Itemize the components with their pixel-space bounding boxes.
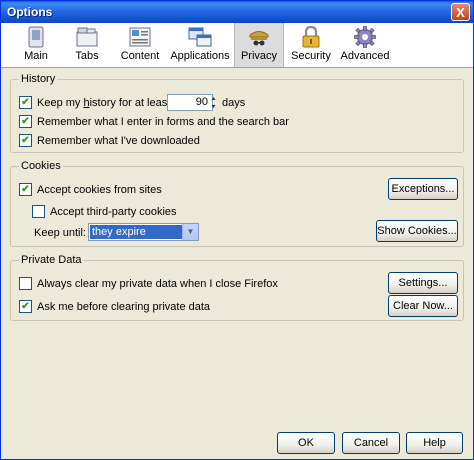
third-party-cookies-label: Accept third-party cookies [50, 206, 177, 218]
tab-main[interactable]: Main [11, 23, 61, 67]
remember-forms-label: Remember what I enter in forms and the s… [37, 116, 289, 128]
ok-button[interactable]: OK [277, 432, 335, 454]
keep-until-label: Keep until: [34, 227, 86, 239]
checkbox-box[interactable] [19, 277, 32, 290]
ask-before-clearing-label: Ask me before clearing private data [37, 301, 211, 313]
title-bar[interactable]: Options X [1, 1, 473, 23]
tab-label: Tabs [75, 50, 99, 62]
tab-applications[interactable]: Applications [168, 23, 232, 67]
help-button[interactable]: Help [406, 432, 463, 454]
tab-label: Advanced [340, 50, 390, 62]
remember-downloads-checkbox[interactable]: ✔ Remember what I've downloaded [19, 134, 269, 150]
always-clear-checkbox[interactable]: Always clear my private data when I clos… [19, 277, 319, 293]
tab-privacy[interactable]: Privacy [234, 23, 284, 67]
remember-downloads-label: Remember what I've downloaded [37, 135, 200, 147]
cookies-legend: Cookies [19, 160, 63, 172]
third-party-cookies-checkbox[interactable]: Accept third-party cookies [32, 205, 232, 221]
show-cookies-button[interactable]: Show Cookies... [376, 220, 458, 242]
history-legend: History [19, 73, 58, 85]
private-data-legend: Private Data [19, 254, 84, 266]
options-window: Options X Main Tabs Content Applications… [0, 0, 474, 460]
settings-button[interactable]: Settings... [388, 272, 458, 294]
window-title: Options [7, 5, 53, 19]
tab-tabs[interactable]: Tabs [65, 23, 109, 67]
remember-forms-checkbox[interactable]: ✔ Remember what I enter in forms and the… [19, 115, 319, 131]
tabs-icon [76, 27, 98, 47]
keep-until-value: they expire [90, 225, 184, 239]
clear-now-button[interactable]: Clear Now... [388, 295, 458, 317]
advanced-icon [354, 26, 376, 48]
ask-before-clearing-checkbox[interactable]: ✔ Ask me before clearing private data [19, 300, 269, 316]
applications-icon [188, 27, 212, 47]
always-clear-label: Always clear my private data when I clos… [37, 278, 278, 290]
exceptions-button[interactable]: Exceptions... [388, 178, 458, 200]
accept-cookies-checkbox[interactable]: ✔ Accept cookies from sites [19, 183, 219, 199]
keep-history-label: Keep my history for at least [37, 97, 171, 109]
tab-label: Content [120, 50, 160, 62]
checkmark-icon[interactable]: ✔ [19, 96, 32, 109]
checkmark-icon[interactable]: ✔ [19, 115, 32, 128]
checkbox-box[interactable] [32, 205, 45, 218]
content-icon [129, 27, 151, 47]
tab-label: Security [291, 50, 331, 62]
main-icon [28, 26, 44, 48]
history-days-input[interactable]: 90 [167, 94, 213, 111]
tab-security[interactable]: Security [288, 23, 334, 67]
checkmark-icon[interactable]: ✔ [19, 300, 32, 313]
cancel-button[interactable]: Cancel [342, 432, 400, 454]
tab-label: Privacy [240, 50, 278, 62]
tab-label: Main [24, 50, 48, 62]
tab-label: Applications [170, 50, 230, 62]
privacy-icon [249, 31, 269, 46]
keep-until-select[interactable]: they expire ▼ [88, 223, 199, 241]
close-button[interactable]: X [451, 3, 470, 21]
chevron-down-icon[interactable]: ▼ [182, 224, 198, 240]
tab-advanced[interactable]: Advanced [338, 23, 392, 67]
security-icon [302, 26, 320, 48]
checkmark-icon[interactable]: ✔ [19, 134, 32, 147]
pane-toolbar: Main Tabs Content Applications Privacy S… [1, 23, 473, 68]
accept-cookies-label: Accept cookies from sites [37, 184, 162, 196]
checkmark-icon[interactable]: ✔ [19, 183, 32, 196]
days-label: days [222, 97, 246, 109]
days-spinner-icon[interactable] [211, 94, 216, 111]
tab-content[interactable]: Content [115, 23, 165, 67]
